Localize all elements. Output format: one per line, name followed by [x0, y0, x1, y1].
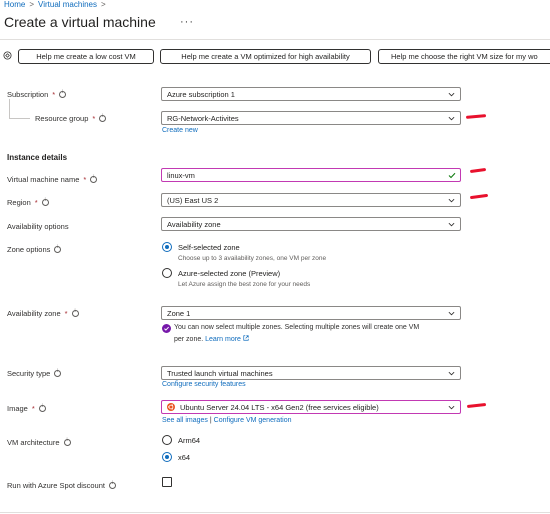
multiple-zones-note-line2: per zone. Learn more [174, 335, 249, 343]
x64-radio[interactable] [162, 452, 172, 462]
chevron-down-icon [448, 197, 455, 204]
arm64-label: Arm64 [178, 436, 201, 445]
annotation-mark [469, 193, 489, 199]
multiple-zones-note: You can now select multiple zones. Selec… [174, 324, 420, 331]
instance-details-heading: Instance details [7, 153, 68, 162]
x64-label: x64 [178, 453, 191, 462]
vm-architecture-label: VM architecture [7, 437, 71, 447]
availability-options-select[interactable]: Availability zone [161, 217, 461, 231]
self-selected-zone-label: Self-selected zone [178, 243, 240, 252]
availability-zone-label: Availability zone * [7, 308, 79, 318]
header-divider [0, 39, 550, 40]
spot-discount-checkbox[interactable] [162, 477, 172, 487]
region-label: Region * [7, 197, 49, 207]
page-title: Create a virtual machine [4, 14, 156, 30]
resource-group-label: Resource group * [35, 113, 107, 123]
info-icon[interactable] [71, 309, 79, 317]
security-type-label: Security type [7, 368, 62, 378]
info-icon[interactable] [59, 90, 67, 98]
chevron-down-icon [448, 310, 455, 317]
breadcrumb: Home > Virtual machines > [4, 0, 106, 9]
spot-discount-label: Run with Azure Spot discount [7, 480, 116, 490]
help-low-cost-vm-button[interactable]: Help me create a low cost VM [18, 49, 154, 64]
breadcrumb-separator: > [101, 0, 106, 9]
chevron-down-icon [448, 404, 455, 411]
chevron-down-icon [448, 221, 455, 228]
info-icon[interactable] [63, 438, 71, 446]
image-select[interactable]: Ubuntu Server 24.04 LTS - x64 Gen2 (free… [161, 400, 461, 414]
subscription-select[interactable]: Azure subscription 1 [161, 87, 461, 101]
info-check-icon [162, 324, 171, 333]
subscription-label: Subscription * [7, 89, 67, 99]
create-new-resource-group-link[interactable]: Create new [162, 127, 198, 134]
image-links: See all images | Configure VM generation [162, 417, 292, 424]
arm64-radio[interactable] [162, 435, 172, 445]
chevron-down-icon [448, 370, 455, 377]
info-icon[interactable] [108, 481, 116, 489]
annotation-mark [465, 114, 487, 119]
breadcrumb-virtual-machines[interactable]: Virtual machines [38, 0, 97, 9]
help-right-vm-size-button[interactable]: Help me choose the right VM size for my … [378, 49, 550, 64]
helper-sparkle-icon [3, 51, 12, 60]
help-high-availability-button[interactable]: Help me create a VM optimized for high a… [160, 49, 371, 64]
zone-options-label: Zone options [7, 244, 62, 254]
configure-vm-generation-link[interactable]: Configure VM generation [214, 417, 292, 424]
self-selected-zone-radio[interactable] [162, 242, 172, 252]
region-select[interactable]: (US) East US 2 [161, 193, 461, 207]
tree-connector [9, 118, 30, 119]
azure-selected-zone-label: Azure-selected zone (Preview) [178, 269, 281, 278]
breadcrumb-home[interactable]: Home [4, 0, 25, 9]
azure-selected-zone-radio[interactable] [162, 268, 172, 278]
annotation-mark [469, 167, 487, 173]
self-selected-zone-description: Choose up to 3 availability zones, one V… [178, 255, 327, 262]
configure-security-features-link[interactable]: Configure security features [162, 381, 246, 388]
availability-options-label: Availability options [7, 221, 69, 231]
ubuntu-logo-icon [167, 403, 175, 411]
security-type-select[interactable]: Trusted launch virtual machines [161, 366, 461, 380]
info-icon[interactable] [41, 198, 49, 206]
tree-connector [9, 99, 10, 118]
info-icon[interactable] [38, 404, 46, 412]
annotation-mark [466, 403, 487, 408]
chevron-down-icon [448, 115, 455, 122]
see-all-images-link[interactable]: See all images [162, 417, 208, 424]
valid-check-icon [448, 172, 456, 179]
info-icon[interactable] [54, 245, 62, 253]
chevron-down-icon [448, 91, 455, 98]
external-link-icon [243, 335, 249, 343]
breadcrumb-separator: > [29, 0, 35, 9]
more-options-icon[interactable]: ··· [180, 16, 194, 28]
info-icon[interactable] [90, 175, 98, 183]
learn-more-link[interactable]: Learn more [205, 336, 241, 343]
vm-name-input[interactable]: linux-vm [161, 168, 461, 182]
azure-selected-zone-description: Let Azure assign the best zone for your … [178, 281, 311, 288]
vm-name-label: Virtual machine name * [7, 174, 98, 184]
footer-divider [0, 512, 550, 513]
image-label: Image * [7, 403, 46, 413]
info-icon[interactable] [99, 114, 107, 122]
availability-zone-select[interactable]: Zone 1 [161, 306, 461, 320]
info-icon[interactable] [54, 369, 62, 377]
resource-group-select[interactable]: RG-Network-Activites [161, 111, 461, 125]
